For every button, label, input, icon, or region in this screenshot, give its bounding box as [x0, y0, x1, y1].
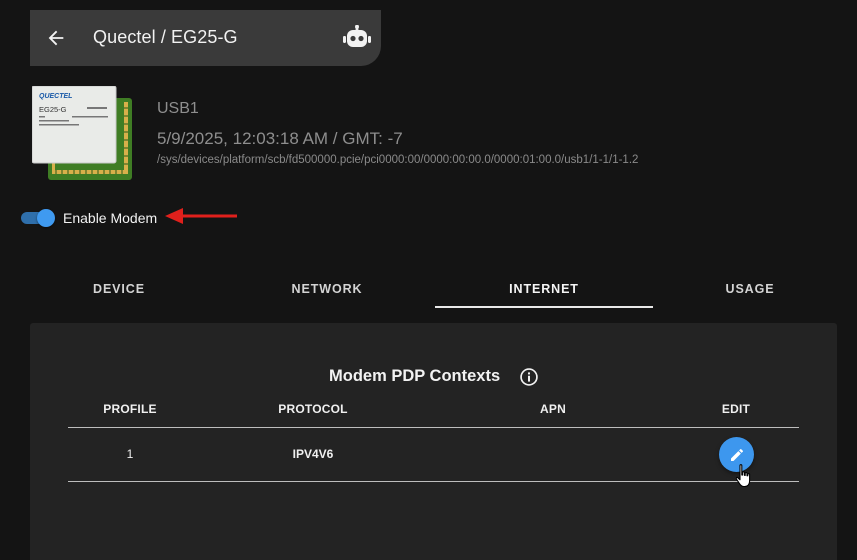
- module-model-text: EG25-G: [39, 105, 67, 114]
- toggle-thumb: [37, 209, 55, 227]
- app-header: Quectel / EG25-G: [30, 10, 381, 66]
- pencil-icon: [730, 448, 743, 461]
- device-sys-path: /sys/devices/platform/scb/fd500000.pcie/…: [157, 154, 639, 166]
- tab-internet[interactable]: INTERNET: [435, 270, 653, 308]
- panel-title: Modem PDP Contexts: [329, 367, 501, 385]
- back-button[interactable]: [42, 24, 70, 52]
- active-tab-indicator: [435, 306, 653, 308]
- cell-protocol: IPV4V6: [292, 447, 334, 461]
- enable-modem-toggle[interactable]: [21, 209, 55, 227]
- device-datetime: 5/9/2025, 12:03:18 AM / GMT: -7: [157, 129, 403, 148]
- column-header-apn: APN: [540, 402, 566, 416]
- column-header-edit: EDIT: [721, 402, 751, 416]
- module-brand-text: QUECTEL: [39, 93, 72, 100]
- device-port-label: USB1: [157, 100, 199, 117]
- tab-usage[interactable]: USAGE: [641, 270, 857, 308]
- pdp-contexts-panel: Modem PDP Contexts PROFILE PROTOCOL APN …: [30, 323, 837, 560]
- robot-button[interactable]: [342, 24, 372, 52]
- info-icon[interactable]: [519, 367, 539, 387]
- annotation-arrow-icon: [165, 208, 237, 224]
- robot-icon: [343, 25, 371, 47]
- table-header-divider: [68, 427, 799, 428]
- column-header-profile: PROFILE: [103, 402, 157, 416]
- arrow-left-icon: [48, 30, 64, 46]
- modem-module-image: QUECTEL EG25-G: [32, 86, 132, 180]
- edit-button[interactable]: [719, 437, 754, 472]
- table-row-divider: [68, 481, 799, 482]
- cell-profile: 1: [126, 447, 134, 461]
- page-title: Quectel / EG25-G: [93, 27, 238, 47]
- tab-network[interactable]: NETWORK: [218, 270, 436, 308]
- tab-bar: DEVICE NETWORK INTERNET USAGE: [0, 270, 857, 310]
- column-header-protocol: PROTOCOL: [278, 402, 348, 416]
- enable-modem-label: Enable Modem: [63, 210, 158, 226]
- tab-device[interactable]: DEVICE: [10, 270, 228, 308]
